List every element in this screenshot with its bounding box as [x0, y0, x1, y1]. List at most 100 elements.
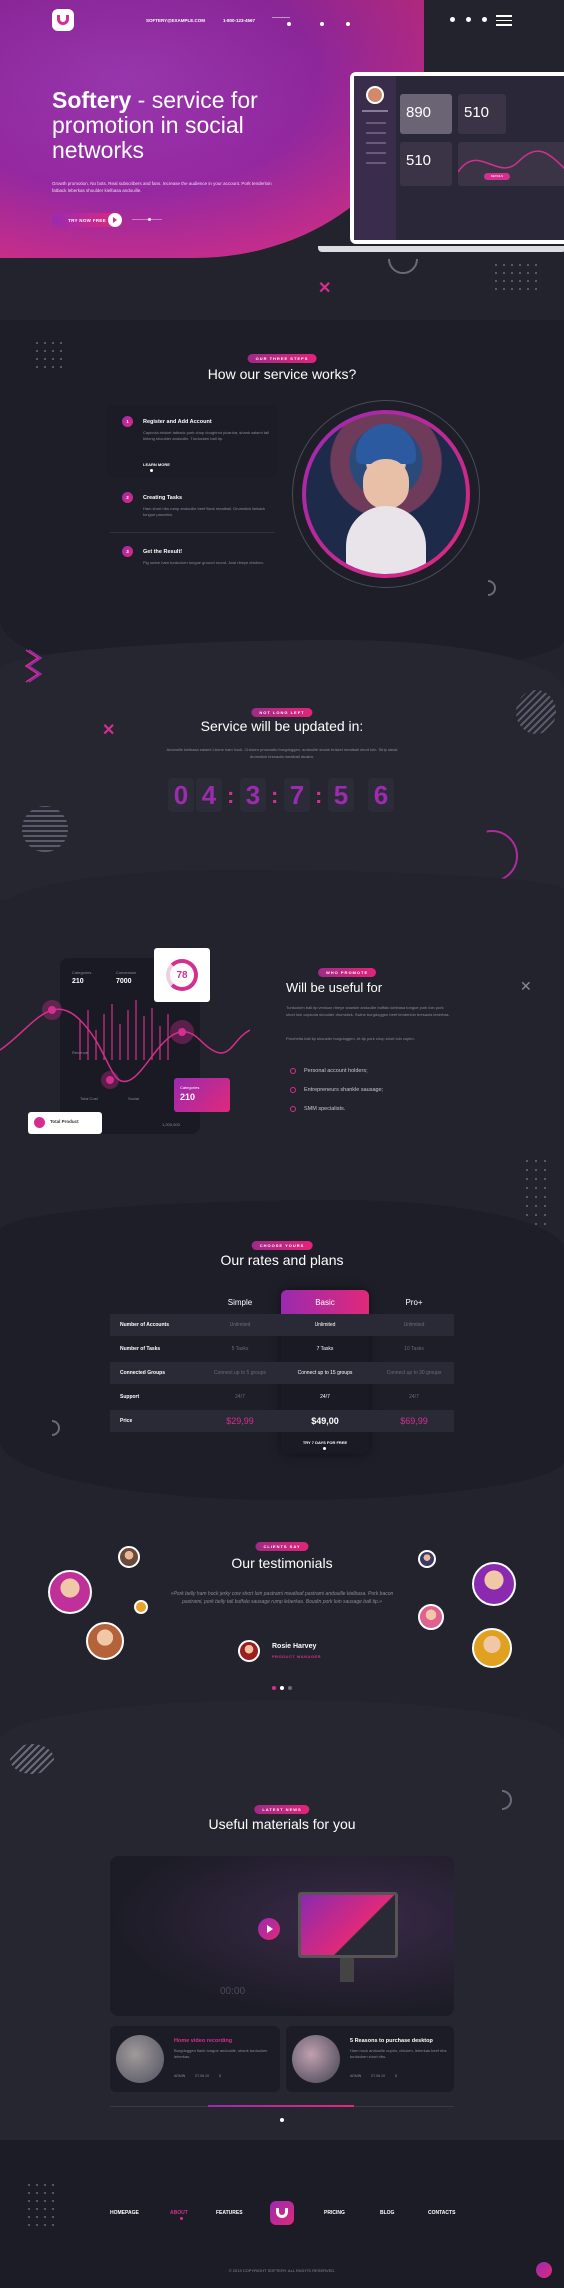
- footer-link-features[interactable]: FEATURES: [216, 2210, 243, 2216]
- carousel-dot[interactable]: [272, 1686, 276, 1690]
- cell-simple: 24/7: [235, 1394, 245, 1400]
- works-tag: OUR THREE STEPS: [247, 354, 317, 363]
- article-author: ADMIN: [174, 2074, 186, 2078]
- slider-dot[interactable]: [320, 22, 324, 26]
- article-author: ADMIN: [350, 2074, 362, 2078]
- slider-dot[interactable]: [346, 22, 350, 26]
- scroll-top-button[interactable]: [536, 2262, 552, 2278]
- dashboard-mockup: 890 510 510 DETAILS: [350, 72, 564, 244]
- social-icon[interactable]: [466, 17, 471, 22]
- client-avatar[interactable]: [472, 1562, 516, 1606]
- pricing-tag: CHOOSE YOURS: [251, 1241, 313, 1250]
- active-dot: [180, 2217, 183, 2220]
- step-desc: Capicola brisket fatback pork chop dough…: [143, 430, 269, 441]
- widget-label1: Categories: [72, 970, 92, 975]
- total-product-label: Total Product: [50, 1119, 79, 1124]
- total-product-card: Total Product: [28, 1112, 102, 1134]
- footer-link-contacts[interactable]: CONTACTS: [428, 2210, 455, 2216]
- deco-dots: [36, 342, 62, 368]
- video-player[interactable]: 00:00: [110, 1856, 454, 2016]
- widget-axis3: Revenue: [72, 1050, 89, 1055]
- step-desc: Ham short ribs rump andouille beef flank…: [143, 506, 266, 517]
- header-phone[interactable]: 1-800-123-4567: [223, 18, 255, 23]
- pricing-row: Number of Accounts Unlimited Unlimited U…: [110, 1314, 454, 1336]
- client-avatar[interactable]: [418, 1604, 444, 1630]
- slider-dot[interactable]: [148, 218, 151, 221]
- carousel-dot[interactable]: [288, 1686, 292, 1690]
- check-icon: [290, 1068, 296, 1074]
- percent-card: 78: [154, 948, 210, 1002]
- footer-link-about[interactable]: ABOUT: [170, 2210, 188, 2216]
- cell-pro: Connect up to 30 groups: [386, 1370, 442, 1376]
- useful-desc2: Porchetta ball tip shoulder burgdoggen, …: [286, 1036, 415, 1041]
- countdown-colon: :: [227, 783, 235, 808]
- article-title[interactable]: 5 Reasons to purchase desktop: [350, 2038, 433, 2044]
- client-avatar[interactable]: [472, 1628, 512, 1668]
- deco-dots: [526, 1160, 546, 1225]
- carousel-dot[interactable]: [280, 1686, 284, 1690]
- logo[interactable]: [52, 9, 74, 31]
- pricing-row: Support 24/7 24/7 24/7: [110, 1386, 454, 1408]
- article-card[interactable]: Home video recording Burgdoggen flank to…: [110, 2026, 280, 2092]
- client-avatar[interactable]: [418, 1550, 436, 1568]
- copyright: © 2019 COPYRIGHT SOFTERY. ALL RIGHTS RES…: [228, 2268, 336, 2273]
- footer-logo[interactable]: [270, 2201, 294, 2225]
- deco-dots: [495, 264, 537, 290]
- categories-value: 210: [180, 1092, 196, 1102]
- price-basic: $49,00: [311, 1416, 339, 1426]
- article-comments: 8: [218, 2074, 221, 2078]
- video-play-icon[interactable]: [258, 1918, 280, 1940]
- header-email[interactable]: SOFTERY@EXAMPLE.COM: [146, 18, 205, 23]
- footer-link-homepage[interactable]: HOMEPAGE: [110, 2210, 139, 2216]
- dashboard-chart: [457, 150, 564, 173]
- testimonial-quote: «Pork belly ham hock jerky cow short loi…: [170, 1591, 394, 1605]
- deco-cross: ✕: [318, 280, 332, 297]
- plan-name-basic: Basic: [315, 1298, 335, 1307]
- slider-dot[interactable]: [280, 2118, 284, 2122]
- link-dot: [323, 1447, 326, 1450]
- widget-axis2: Social: [128, 1096, 139, 1101]
- client-avatar[interactable]: [134, 1600, 148, 1614]
- widget-label2: Conversion: [116, 970, 137, 975]
- testimonials-tag: CLIENTS SAY: [255, 1542, 309, 1551]
- updates-section-bg: [0, 640, 564, 900]
- plan-name-simple: Simple: [227, 1298, 253, 1307]
- play-icon[interactable]: [108, 213, 122, 227]
- learn-more-link[interactable]: LEARN MORE: [143, 462, 170, 467]
- client-avatar[interactable]: [86, 1622, 124, 1660]
- hero-subtitle: Growth promotion. No bots. Real subscrib…: [52, 181, 272, 193]
- article-card[interactable]: 5 Reasons to purchase desktop Ham hock a…: [286, 2026, 454, 2092]
- article-title[interactable]: Home video recording: [174, 2038, 232, 2044]
- step-title: Get the Result!: [143, 549, 183, 555]
- countdown-digit: 3: [240, 778, 266, 812]
- dashboard-sidebar: [354, 76, 396, 240]
- slider-dot[interactable]: [287, 22, 291, 26]
- updates-desc: Andouille kielbasa salami t-bone ham hoc…: [166, 747, 398, 759]
- slider-progress[interactable]: [208, 2105, 354, 2107]
- check-icon: [290, 1106, 296, 1112]
- dashboard-button[interactable]: DETAILS: [484, 173, 510, 180]
- cell-basic: Connect up to 15 groups: [297, 1370, 353, 1376]
- social-icon[interactable]: [450, 17, 455, 22]
- trial-link[interactable]: TRY 7 DAYS FOR FREE: [281, 1440, 369, 1445]
- useful-item: Personal account holders;: [304, 1068, 368, 1074]
- social-icon[interactable]: [482, 17, 487, 22]
- footer-link-blog[interactable]: BLOG: [380, 2210, 394, 2216]
- countdown-colon: :: [315, 783, 323, 808]
- deco-dots: [28, 2184, 54, 2226]
- countdown-digit: 6: [368, 778, 394, 812]
- article-date: 07.06.19: [195, 2074, 209, 2078]
- cell-simple: Unlimited: [229, 1322, 251, 1328]
- step-title: Register and Add Account: [143, 419, 212, 425]
- cell-pro: 10 Tasks: [404, 1346, 424, 1352]
- footer-link-pricing[interactable]: PRICING: [324, 2210, 345, 2216]
- client-avatar[interactable]: [48, 1570, 92, 1614]
- widget-amount: 1,200,000: [162, 1122, 180, 1127]
- row-label: Support: [120, 1394, 140, 1400]
- pricing-row: Number of Tasks 5 Tasks 7 Tasks 10 Tasks: [110, 1338, 454, 1360]
- client-avatar[interactable]: [118, 1546, 140, 1568]
- menu-icon[interactable]: [496, 15, 512, 26]
- row-label: Price: [120, 1418, 133, 1424]
- updates-tag: NOT LONG LEFT: [251, 708, 313, 717]
- countdown-digit: 5: [328, 778, 354, 812]
